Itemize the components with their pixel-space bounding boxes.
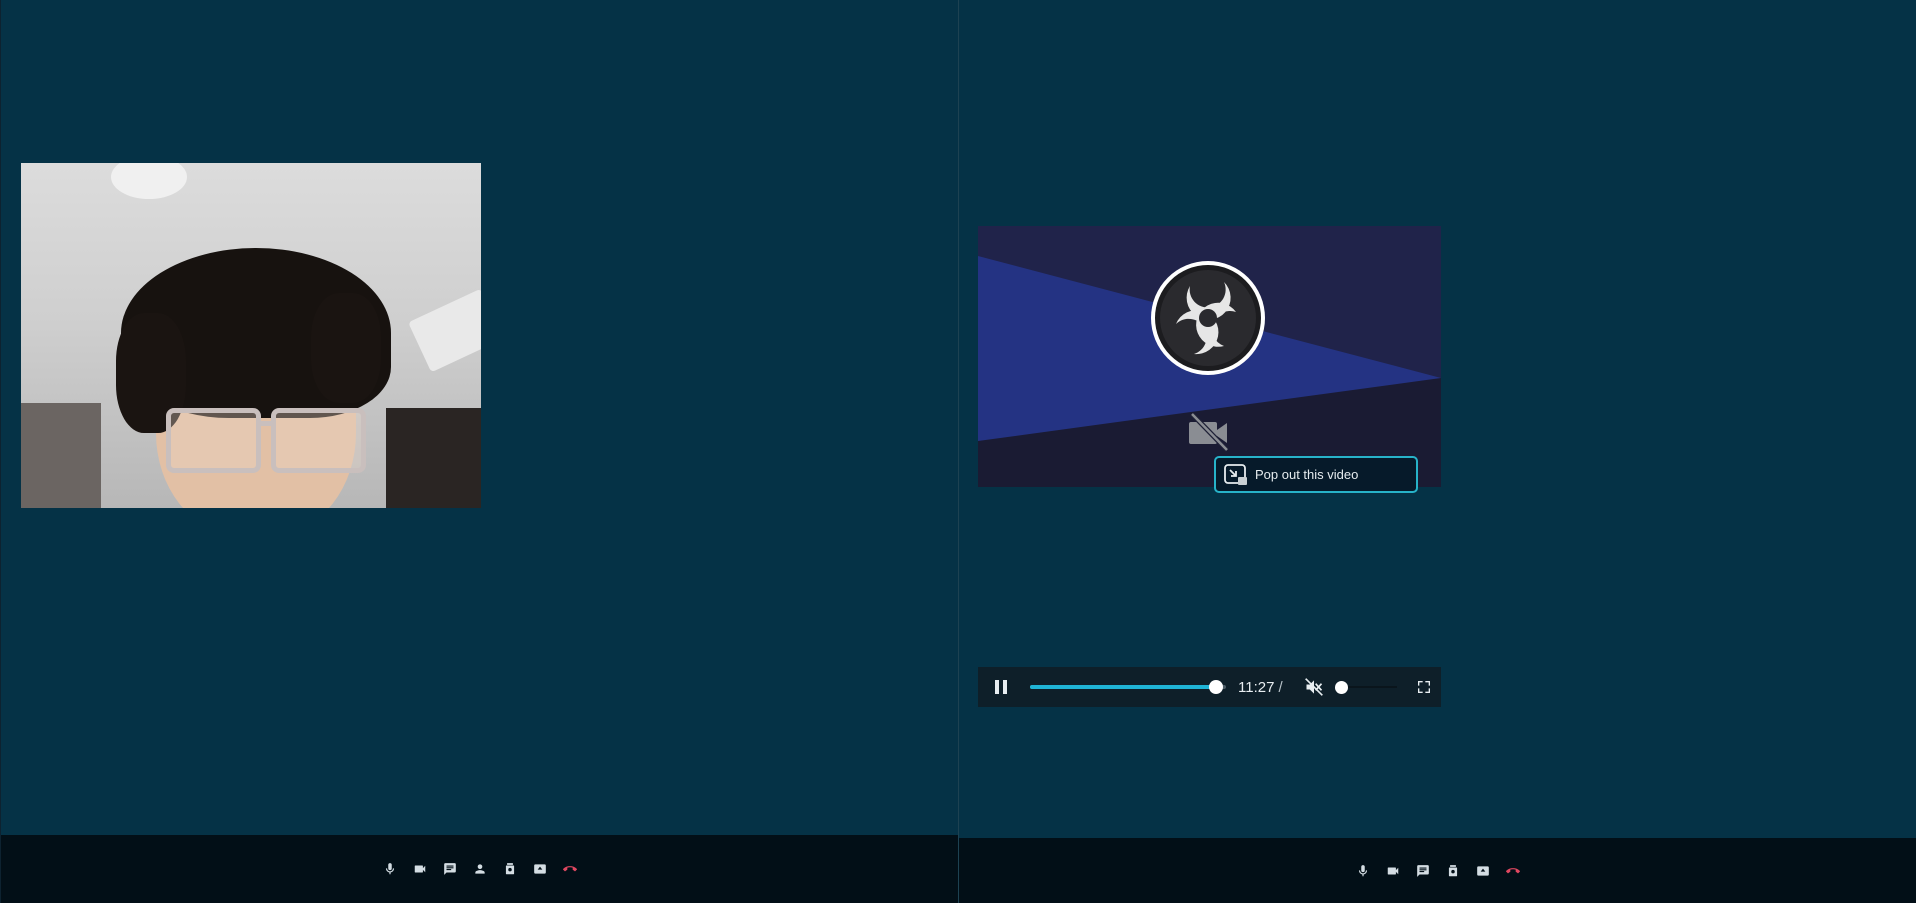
screen-share-icon <box>1476 865 1489 876</box>
camera-off-icon <box>1189 412 1229 452</box>
chat-button[interactable] <box>1408 856 1438 886</box>
fullscreen-icon <box>1417 681 1430 693</box>
seek-progress <box>1030 685 1217 689</box>
screen-share-icon <box>533 864 546 874</box>
doorway <box>21 403 101 508</box>
current-time: 11:27 <box>1238 678 1275 696</box>
webcam-video[interactable] <box>21 163 481 508</box>
microphone-button[interactable] <box>1348 856 1378 886</box>
glasses-left-lens <box>166 408 261 473</box>
share-screen-button[interactable] <box>525 854 555 884</box>
camera-button[interactable] <box>1378 856 1408 886</box>
chat-button[interactable] <box>435 854 465 884</box>
ceiling-lamp <box>111 163 187 199</box>
person-icon <box>474 864 485 874</box>
volume-muted-icon <box>1304 678 1323 696</box>
pause-icon <box>995 680 1007 694</box>
record-button[interactable] <box>495 854 525 884</box>
mute-button[interactable] <box>1299 667 1329 707</box>
glasses-right-lens <box>271 408 366 473</box>
participants-button[interactable] <box>465 854 495 884</box>
obs-logo <box>1151 261 1265 375</box>
share-screen-button[interactable] <box>1468 856 1498 886</box>
camera-button[interactable] <box>405 854 435 884</box>
hang-up-button[interactable] <box>555 854 585 884</box>
pop-out-label: Pop out this video <box>1255 467 1359 482</box>
record-icon <box>505 863 514 875</box>
shared-screen-video[interactable] <box>978 226 1441 487</box>
microphone-button[interactable] <box>375 854 405 884</box>
pop-out-video-tooltip[interactable]: Pop out this video <box>1214 456 1418 493</box>
chat-icon <box>443 863 456 875</box>
right-call-window: Pop out this video 11:27/ <box>959 0 1916 903</box>
person-hair-side-right <box>311 293 381 403</box>
left-call-window <box>0 0 958 903</box>
volume-handle[interactable] <box>1334 681 1348 694</box>
fullscreen-button[interactable] <box>1408 667 1440 707</box>
pop-out-icon <box>1224 463 1247 485</box>
camera-icon <box>1387 867 1398 874</box>
record-button[interactable] <box>1438 856 1468 886</box>
hangup-icon <box>562 866 577 872</box>
seek-slider[interactable] <box>1030 667 1226 707</box>
media-controls: 11:27/ <box>978 667 1441 707</box>
mic-icon <box>385 863 394 875</box>
call-toolbar-left <box>1 835 958 903</box>
air-conditioner <box>408 288 481 373</box>
time-display: 11:27/ <box>1238 679 1283 696</box>
pause-button[interactable] <box>978 667 1024 707</box>
hang-up-button[interactable] <box>1498 856 1528 886</box>
shelf <box>386 408 481 508</box>
call-toolbar-right <box>959 838 1916 903</box>
time-separator: / <box>1278 678 1283 696</box>
hangup-icon <box>1505 867 1520 873</box>
camera-icon <box>414 865 425 873</box>
volume-slider[interactable] <box>1334 667 1397 707</box>
record-icon <box>1448 864 1457 876</box>
chat-icon <box>1416 864 1429 877</box>
mic-icon <box>1358 864 1367 876</box>
seek-handle[interactable] <box>1209 680 1224 694</box>
